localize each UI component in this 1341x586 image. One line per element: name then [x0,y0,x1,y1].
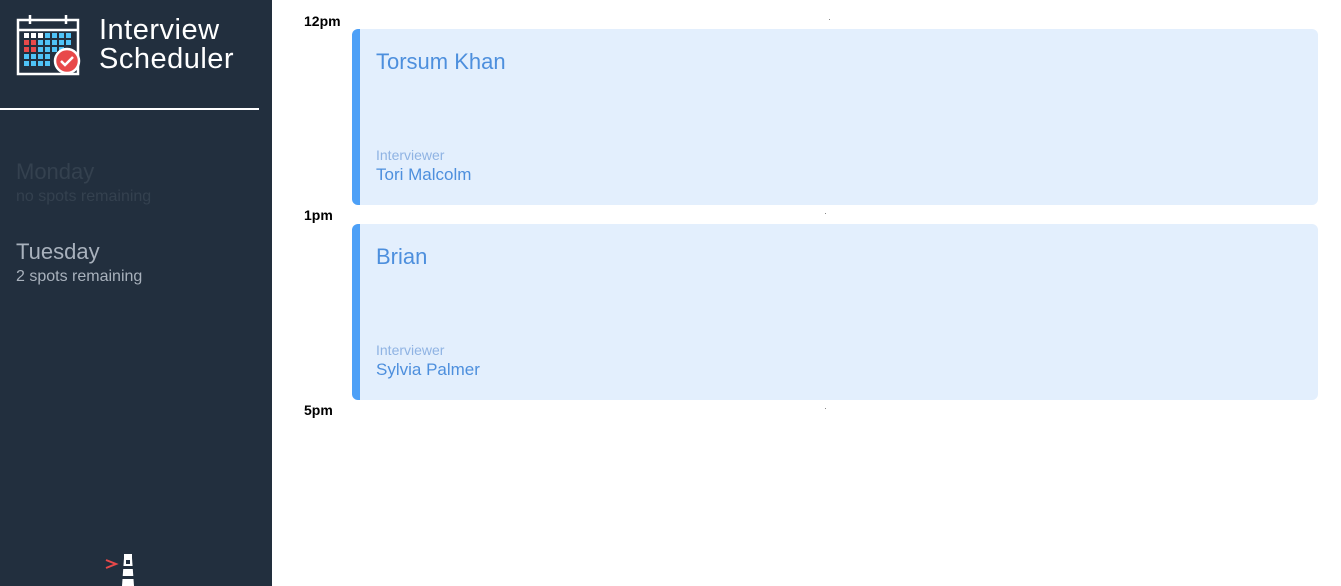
time-divider [825,408,826,409]
sidebar: Interview Scheduler Monday no spots rema… [0,0,272,586]
day-name: Tuesday [16,239,100,264]
time-slot-label: 5pm [304,402,333,418]
schedule: 12pm Torsum Khan Interviewer Tori Malcol… [272,0,1341,586]
time-slot-label: 12pm [304,13,341,29]
day-list-item-tuesday[interactable]: Tuesday 2 spots remaining [16,239,256,287]
time-divider [829,19,830,20]
day-list-item-monday[interactable]: Monday no spots remaining [16,159,256,207]
lighthouse-icon [105,554,134,586]
calendar-check-icon [16,15,81,76]
appointment-card[interactable]: Torsum Khan Interviewer Tori Malcolm [352,29,1318,205]
app-title: Interview Scheduler [99,16,234,74]
appointment-student-name: Brian [376,244,428,269]
appointment-interviewer-name: Sylvia Palmer [376,360,480,379]
day-name: Monday [16,159,95,184]
app-title-line2: Scheduler [99,43,235,75]
appointment-interviewer-name: Tori Malcolm [376,165,472,184]
time-divider [825,213,826,214]
sidebar-separator [0,108,259,110]
appointment-student-name: Torsum Khan [376,49,506,74]
time-slot-label: 1pm [304,207,333,223]
day-spots-remaining: no spots remaining [16,188,152,205]
appointment-interviewer-label: Interviewer [376,342,445,358]
app-title-line1: Interview [99,14,220,46]
day-spots-remaining: 2 spots remaining [16,268,143,285]
appointment-card[interactable]: Brian Interviewer Sylvia Palmer [352,224,1318,400]
appointment-interviewer-label: Interviewer [376,147,445,163]
brand: Interview Scheduler [16,14,256,78]
